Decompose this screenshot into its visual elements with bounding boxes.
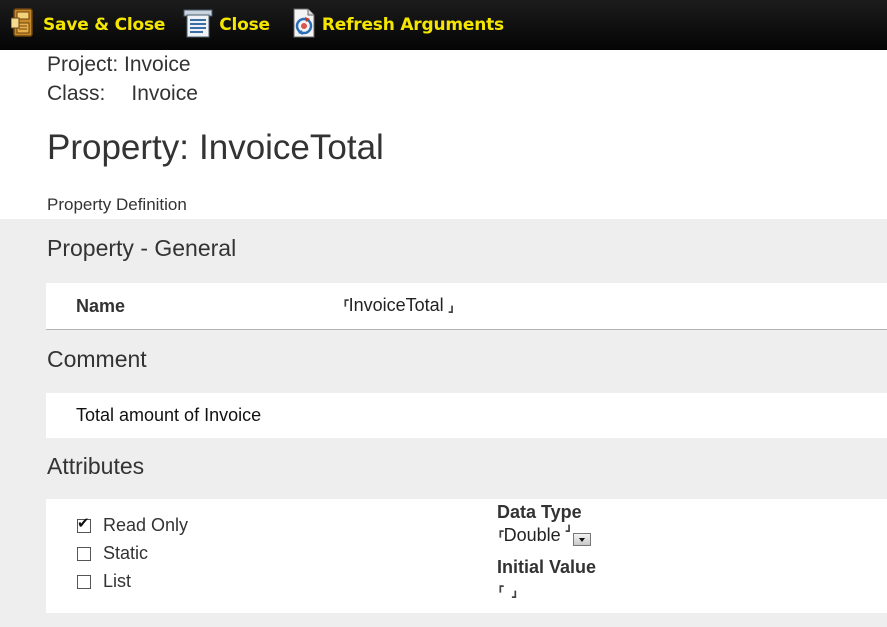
data-type-value: Double (503, 525, 561, 545)
name-field[interactable]: ┏InvoiceTotal ┛ (342, 294, 455, 319)
project-line: Project: Invoice (47, 53, 191, 77)
property-panel: Property - General Name ┏InvoiceTotal ┛ … (0, 219, 887, 627)
field-start-marker: ┏ (342, 295, 349, 307)
data-type-select[interactable]: ┏ Double ┛ (497, 525, 592, 546)
section-comment-heading: Comment (47, 346, 147, 372)
comment-card: Total amount of Invoice (46, 393, 887, 438)
checkbox-box[interactable] (77, 574, 91, 589)
refresh-arguments-button[interactable]: Refresh Arguments (290, 0, 504, 50)
static-label: Static (103, 543, 149, 563)
close-label: Close (219, 15, 270, 35)
field-end-marker: ┛ (512, 592, 519, 604)
field-start-marker: ┏ (497, 581, 504, 593)
close-button[interactable]: Close (183, 0, 270, 50)
read-only-label: Read Only (103, 515, 189, 535)
dropdown-arrow-icon[interactable] (573, 533, 592, 546)
class-line: Class: Invoice (47, 82, 198, 106)
toolbar: Save & Close Close Refresh Arguments (0, 0, 887, 50)
property-definition-heading: Property Definition (47, 195, 187, 214)
save-close-label: Save & Close (43, 15, 166, 35)
refresh-icon (290, 8, 318, 43)
class-value: Invoice (131, 82, 198, 105)
read-only-checkbox[interactable]: ✔ Read Only (77, 514, 189, 536)
section-general-heading: Property - General (47, 235, 237, 261)
checkmark-icon: ✔ (77, 513, 90, 532)
list-label: List (103, 571, 132, 591)
field-start-marker: ┏ (497, 526, 504, 538)
close-document-icon (183, 7, 215, 44)
comment-field[interactable]: Total amount of Invoice (76, 405, 261, 426)
static-checkbox[interactable]: Static (77, 543, 148, 564)
page-title-value: InvoiceTotal (199, 128, 384, 167)
list-checkbox[interactable]: List (77, 571, 131, 592)
attributes-card: ✔ Read Only Static List Data Type ┏ Doubl… (46, 499, 887, 613)
project-label: Project: (47, 53, 119, 76)
data-type-label: Data Type (497, 502, 582, 522)
page-title-prefix: Property: (47, 128, 189, 167)
save-disk-icon (10, 7, 37, 43)
class-label: Class: (47, 82, 106, 105)
page-title: Property: InvoiceTotal (47, 128, 384, 168)
initial-value-label: Initial Value (497, 557, 597, 577)
section-attributes-heading: Attributes (47, 453, 145, 479)
name-card: Name ┏InvoiceTotal ┛ (46, 283, 887, 330)
checkbox-box[interactable]: ✔ (77, 514, 91, 533)
field-end-marker: ┛ (565, 526, 573, 538)
field-end-marker: ┛ (448, 307, 456, 319)
save-close-button[interactable]: Save & Close (10, 0, 166, 50)
checkbox-box[interactable] (77, 546, 91, 561)
project-value: Invoice (124, 53, 191, 76)
name-label: Name (76, 296, 126, 316)
initial-value-field[interactable]: ┏ ┛ (497, 580, 537, 604)
refresh-arguments-label: Refresh Arguments (321, 15, 504, 35)
name-value: InvoiceTotal (348, 295, 444, 315)
